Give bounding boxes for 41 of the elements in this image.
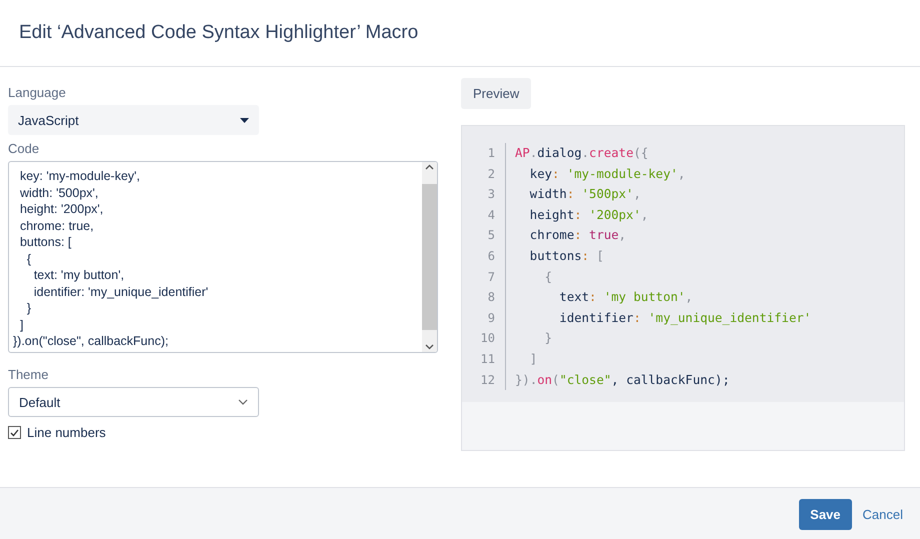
code-line: AP.dialog.create({	[515, 145, 650, 162]
theme-dropdown[interactable]: Default	[8, 387, 259, 417]
code-line: buttons: [	[528, 248, 605, 265]
scrollbar[interactable]	[422, 162, 437, 352]
code-label: Code	[8, 141, 40, 156]
line-number: 6	[486, 248, 495, 265]
save-button[interactable]: Save	[799, 498, 852, 530]
code-line: ]	[528, 350, 538, 368]
code-line: {	[544, 268, 554, 286]
code-line: }).on("close", callbackFunc);	[515, 372, 731, 389]
code-line: chrome: true,	[528, 227, 628, 244]
code-line: identifier: 'my_unique_identifier'	[558, 310, 812, 327]
code-line: }	[544, 330, 554, 348]
language-label: Language	[8, 85, 67, 100]
cancel-link[interactable]: Cancel	[862, 506, 903, 522]
line-number: 1	[486, 145, 495, 162]
chevron-down-icon	[238, 399, 248, 405]
dialog-title: Edit ‘Advanced Code Syntax Highlighter’ Macro	[19, 22, 418, 44]
line-number: 2	[486, 166, 495, 183]
theme-label: Theme	[8, 367, 50, 382]
code-line: height: '200px',	[528, 206, 650, 224]
line-number: 10	[480, 330, 495, 348]
line-number: 9	[486, 310, 495, 327]
line-number: 7	[486, 268, 495, 286]
line-number: 12	[480, 372, 495, 389]
line-number: 8	[486, 289, 495, 306]
code-line: text: 'my button',	[558, 289, 694, 306]
line-number: 11	[480, 350, 495, 368]
line-number: 3	[486, 186, 495, 204]
preview-tab[interactable]: Preview	[461, 78, 532, 109]
code-input-field[interactable]: key: 'my-module-key', width: '500px', height: '200px', chrome: true, buttons: [ { text: 'my button', identifier: 'my_unique_identifier' } ] }).on("close", callbackFunc);	[8, 161, 438, 353]
scroll-down-icon[interactable]	[425, 344, 434, 350]
line-number: 5	[486, 227, 495, 244]
caret-down-icon	[240, 118, 249, 122]
scroll-up-icon[interactable]	[425, 164, 434, 170]
line-numbers-label: Line numbers	[27, 425, 106, 440]
language-dropdown[interactable]: JavaScript	[8, 105, 259, 135]
line-numbers-checkbox[interactable]	[8, 426, 21, 439]
code-line: width: '500px',	[528, 186, 642, 204]
line-number: 4	[486, 206, 495, 224]
code-line: key: 'my-module-key',	[528, 166, 686, 183]
